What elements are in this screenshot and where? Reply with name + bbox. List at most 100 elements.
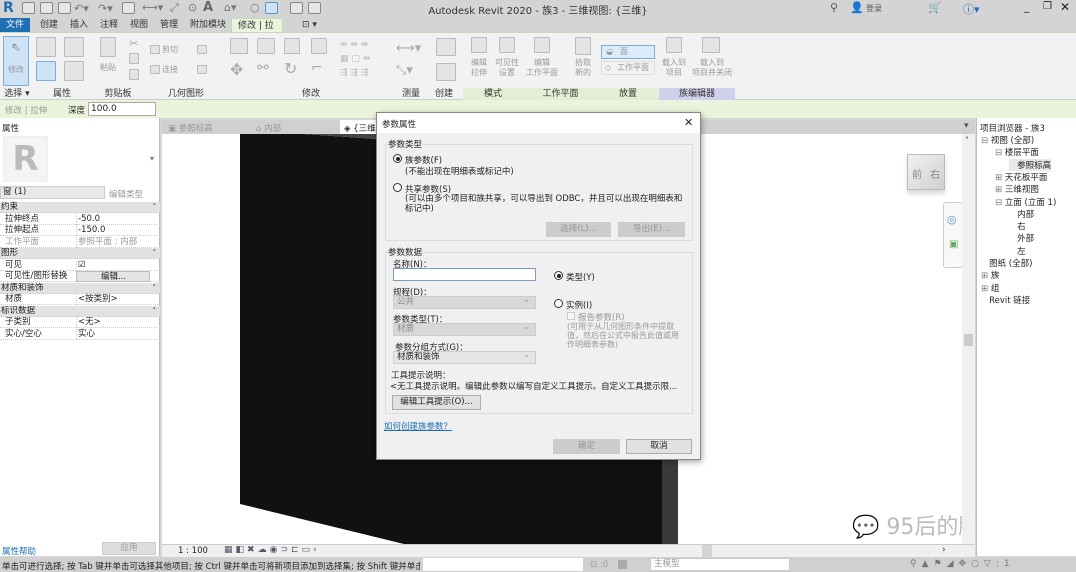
select-button[interactable]: 选择(L)... [546,222,611,237]
browser-item[interactable]: ⊞ 族 [981,269,999,281]
browser-item[interactable]: ⊞ 组 [981,282,999,294]
edit-workplane-icon[interactable] [534,37,550,53]
expand-icon[interactable] [1009,210,1014,220]
edit-extrusion-icon[interactable] [471,37,487,53]
family-types-icon[interactable] [64,37,84,57]
report-parameter-checkbox[interactable] [567,312,575,320]
help-icon[interactable]: ⓘ▾ [963,1,980,17]
split-face-icon[interactable] [197,65,207,74]
viewcube-right[interactable]: 右 [930,166,940,181]
restore-button[interactable]: ❐ [1043,1,1052,12]
tab-addins[interactable]: 附加模块 [184,18,232,32]
edit-workplane-button[interactable]: 编辑 工作平面 [524,58,560,78]
browser-item[interactable]: ⊞ 三维视图 [995,183,1039,195]
select-links-icon[interactable]: ⚲ [910,559,922,569]
workset-dropdown[interactable] [423,558,583,571]
expand-icon[interactable]: ⊞ [995,185,1002,195]
edit-tooltip-button[interactable]: 编辑工具提示(O)... [392,395,481,410]
rotate-icon[interactable]: ↻ [284,59,297,78]
browser-item[interactable]: ⊟ 楼层平面 [995,146,1039,158]
design-options-icon[interactable] [618,560,627,569]
expand-icon[interactable] [981,296,986,306]
tab-modify-extrusion[interactable]: 修改 | 拉伸 [231,18,283,45]
expand-icon[interactable]: ⊞ [981,284,988,294]
select-face-icon[interactable]: ◢ [947,559,959,569]
close-button[interactable]: ✕ [1060,0,1070,14]
type-radio-label[interactable]: 类型(Y) [566,271,595,283]
property-value[interactable]: 编辑... [76,271,150,282]
copy-icon[interactable] [129,53,139,64]
show-crop-icon[interactable]: ▭ [302,545,314,555]
property-value[interactable]: ☑ [76,259,150,271]
scroll-thumb[interactable] [964,334,973,346]
expand-icon[interactable] [1009,247,1014,257]
tab-file[interactable]: 文件 [0,18,30,32]
property-group-header[interactable]: 约束 ˄ [0,202,160,213]
selection-filter-icons[interactable]: ⚲▲⚑◢✥○▽:1 [910,559,1015,569]
cut-geometry-button[interactable]: 剪切 [162,45,178,55]
parameter-type-select[interactable]: 材质 [393,322,536,336]
collapse-icon[interactable]: ˄ [153,248,157,259]
browser-item[interactable]: 外部 [1009,232,1034,244]
browser-item[interactable]: ⊟ 视图 (全部) [981,134,1034,146]
expand-icon[interactable] [981,259,986,269]
panel-select[interactable]: 选择 ▾ [0,88,34,100]
background-process-icon[interactable]: ○ [971,559,984,569]
property-value[interactable]: -150.0 [76,225,150,236]
visibility-settings-button[interactable]: 可见性 设置 [492,58,522,78]
how-to-create-link[interactable]: 如何创建族参数？ [384,420,452,432]
collapse-icon[interactable]: ˄ [153,306,157,317]
cut-clipboard-icon[interactable]: ✂ [129,37,138,50]
browser-item[interactable]: 内部 [1009,208,1034,220]
family-parameter-radio[interactable] [393,154,402,163]
discipline-select[interactable]: 公共 [393,295,536,309]
edit-type-button[interactable]: 编辑类型 [109,188,143,200]
join-geometry-icon[interactable] [150,65,160,74]
match-properties-icon[interactable] [129,69,139,80]
create-group-icon[interactable] [436,38,456,56]
type-selector[interactable]: 窗 (1) [0,186,105,199]
panel-toggle-icon[interactable]: ⊡ ▾ [296,18,323,32]
modify-button[interactable]: ⇖ 修改 [3,36,29,86]
browser-item[interactable]: 右 [1009,220,1026,232]
viewcube[interactable]: 前 右 [907,154,945,190]
load-into-project-button[interactable]: 载入到 项目 [659,58,689,78]
properties-help-link[interactable]: 属性帮助 [2,545,36,557]
place-workplane-button[interactable]: ◇ 工作平面 [601,61,655,75]
zoom-region-icon[interactable]: ▣ [949,239,958,250]
browser-item[interactable]: Revit 链接 [981,294,1030,306]
expand-icon[interactable]: ⊟ [995,148,1002,158]
property-value[interactable]: 参照平面 : 内部 [76,236,150,248]
modify-small-tools-icon[interactable]: ⇹ ⇹ ⇹ ▦ ▢ ⇹ ⇶ ⇶ ⇶ [340,38,370,80]
paste-icon[interactable] [100,37,116,57]
vertical-scrollbar[interactable]: ˄ [962,134,975,544]
tab-annotate[interactable]: 注释 [94,18,124,32]
steering-wheel-icon[interactable]: ◎ [947,213,957,226]
scroll-right-icon[interactable]: › [942,545,946,555]
property-value[interactable]: <无> [76,317,150,328]
cut-geometry-icon[interactable] [150,45,160,54]
cart-icon[interactable]: 🛒 [928,1,942,14]
crop-icon[interactable]: ⊏ [291,545,302,555]
expand-icon[interactable] [1009,161,1014,171]
view-tab-ref-level[interactable]: ▣ 参照标高 [168,122,213,134]
join-geometry-button[interactable]: 连接 [162,65,178,75]
collapse-icon[interactable]: ˄ [153,283,157,294]
wall-join-icon[interactable] [197,45,207,54]
create-similar-icon[interactable] [436,63,456,81]
drag-icon[interactable]: ✥ [959,559,972,569]
detail-level-icon[interactable]: ▦ [224,545,236,555]
browser-item[interactable]: ⊞ 天花板平面 [995,171,1047,183]
tab-list-icon[interactable]: ▾ [964,121,969,131]
export-button[interactable]: 导出(E)... [618,222,685,237]
property-group-header[interactable]: 图形 ˄ [0,248,160,259]
visual-style-icon[interactable]: ◧ [236,545,248,555]
family-category-icon[interactable] [64,61,84,81]
browser-item[interactable]: 图纸 (全部) [981,257,1032,269]
filter-icon[interactable]: ▽ [984,559,996,569]
property-value[interactable]: <按类别> [76,294,150,305]
trim-icon[interactable]: ⌐ [311,60,323,76]
expand-icon[interactable] [1009,234,1014,244]
place-face-button[interactable]: ◒ 面 [601,45,655,59]
minimize-button[interactable]: _ [1024,0,1030,13]
